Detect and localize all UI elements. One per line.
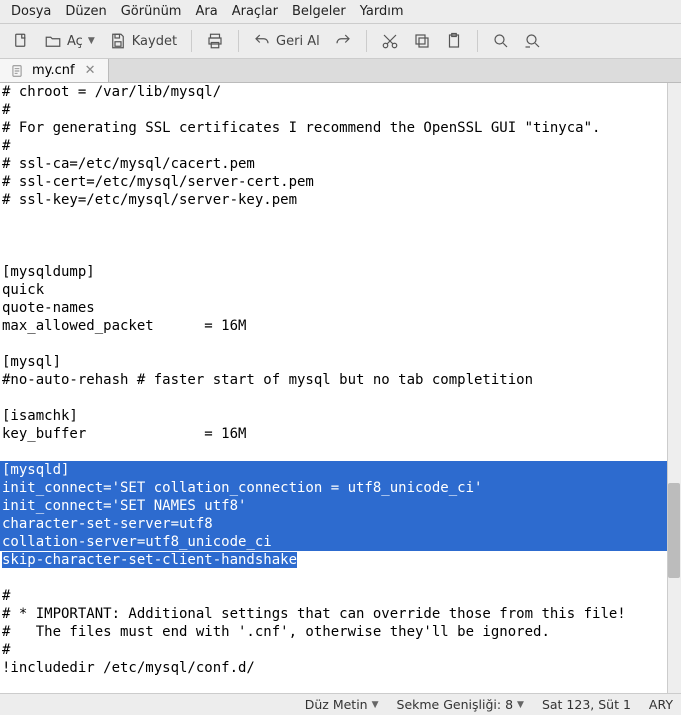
redo-icon — [334, 32, 352, 50]
editor-line[interactable]: # ssl-ca=/etc/mysql/cacert.pem — [0, 155, 681, 173]
vertical-scrollbar[interactable] — [667, 83, 681, 693]
open-icon — [44, 32, 62, 50]
insert-mode[interactable]: ARY — [649, 697, 673, 712]
menu-edit[interactable]: Düzen — [58, 2, 113, 21]
filetype-label: Düz Metin — [305, 697, 368, 712]
close-icon[interactable]: ✕ — [83, 63, 98, 78]
editor-line[interactable]: # The files must end with '.cnf', otherw… — [0, 623, 681, 641]
tabwidth-value: 8 — [505, 697, 513, 712]
editor-line-selected[interactable]: character-set-server=utf8 — [0, 515, 681, 533]
undo-button[interactable]: Geri Al — [247, 28, 326, 54]
tabwidth-label: Sekme Genişliği: — [397, 697, 502, 712]
open-button[interactable]: Aç ▼ — [38, 28, 101, 54]
new-file-icon — [12, 32, 30, 50]
editor-line-selected[interactable]: skip-character-set-client-handshake — [0, 551, 681, 569]
save-button[interactable]: Kaydet — [103, 28, 183, 54]
search-button[interactable] — [486, 28, 516, 54]
editor-line[interactable]: # — [0, 101, 681, 119]
file-tab[interactable]: my.cnf ✕ — [0, 59, 109, 82]
editor-line[interactable] — [0, 245, 681, 263]
menu-view[interactable]: Görünüm — [114, 2, 189, 21]
chevron-down-icon: ▼ — [372, 700, 379, 710]
copy-button[interactable] — [407, 28, 437, 54]
separator — [238, 30, 239, 52]
toolbar: Aç ▼ Kaydet Geri Al — [0, 24, 681, 59]
editor-line[interactable]: # ssl-cert=/etc/mysql/server-cert.pem — [0, 173, 681, 191]
separator — [477, 30, 478, 52]
editor-line-selected[interactable]: collation-server=utf8_unicode_ci — [0, 533, 681, 551]
editor-line[interactable] — [0, 443, 681, 461]
save-label: Kaydet — [132, 34, 177, 49]
cut-button[interactable] — [375, 28, 405, 54]
filetype-selector[interactable]: Düz Metin ▼ — [305, 697, 379, 712]
editor-line[interactable]: key_buffer = 16M — [0, 425, 681, 443]
open-label: Aç — [67, 34, 83, 49]
separator — [366, 30, 367, 52]
editor-line[interactable] — [0, 209, 681, 227]
editor-line[interactable]: # — [0, 641, 681, 659]
redo-button[interactable] — [328, 28, 358, 54]
editor-line[interactable]: [isamchk] — [0, 407, 681, 425]
menu-file[interactable]: Dosya — [4, 2, 58, 21]
copy-icon — [413, 32, 431, 50]
editor-line[interactable]: # — [0, 587, 681, 605]
editor-line[interactable]: max_allowed_packet = 16M — [0, 317, 681, 335]
cursor-position: Sat 123, Süt 1 — [542, 697, 631, 712]
scroll-thumb[interactable] — [668, 483, 680, 578]
save-icon — [109, 32, 127, 50]
editor-line[interactable]: quick — [0, 281, 681, 299]
editor-line[interactable]: # chroot = /var/lib/mysql/ — [0, 83, 681, 101]
editor-line[interactable] — [0, 389, 681, 407]
editor-line[interactable]: # For generating SSL certificates I reco… — [0, 119, 681, 137]
print-button[interactable] — [200, 28, 230, 54]
print-icon — [206, 32, 224, 50]
file-icon — [10, 64, 24, 78]
editor-line[interactable]: #no-auto-rehash # faster start of mysql … — [0, 371, 681, 389]
editor-line[interactable]: !includedir /etc/mysql/conf.d/ — [0, 659, 681, 677]
tabwidth-selector[interactable]: Sekme Genişliği: 8 ▼ — [397, 697, 524, 712]
editor-line[interactable]: # — [0, 137, 681, 155]
editor-line-selected[interactable]: [mysqld] — [0, 461, 681, 479]
chevron-down-icon: ▼ — [517, 700, 524, 710]
paste-icon — [445, 32, 463, 50]
editor-line-selected[interactable]: init_connect='SET collation_connection =… — [0, 479, 681, 497]
editor-line[interactable] — [0, 569, 681, 587]
editor-line[interactable]: [mysqldump] — [0, 263, 681, 281]
menu-tools[interactable]: Araçlar — [225, 2, 285, 21]
separator — [191, 30, 192, 52]
editor-area[interactable]: # chroot = /var/lib/mysql/## For generat… — [0, 83, 681, 693]
paste-button[interactable] — [439, 28, 469, 54]
editor-line[interactable]: [mysql] — [0, 353, 681, 371]
statusbar: Düz Metin ▼ Sekme Genişliği: 8 ▼ Sat 123… — [0, 693, 681, 715]
undo-icon — [253, 32, 271, 50]
search-replace-button[interactable] — [518, 28, 548, 54]
editor-line[interactable] — [0, 227, 681, 245]
editor-line[interactable]: # ssl-key=/etc/mysql/server-key.pem — [0, 191, 681, 209]
tabbar: my.cnf ✕ — [0, 59, 681, 83]
undo-label: Geri Al — [276, 34, 320, 49]
menu-documents[interactable]: Belgeler — [285, 2, 353, 21]
menubar: Dosya Düzen Görünüm Ara Araçlar Belgeler… — [0, 0, 681, 24]
menu-search[interactable]: Ara — [188, 2, 224, 21]
chevron-down-icon: ▼ — [88, 36, 95, 46]
new-file-button[interactable] — [6, 28, 36, 54]
editor-line[interactable]: # * IMPORTANT: Additional settings that … — [0, 605, 681, 623]
search-icon — [492, 32, 510, 50]
editor-line-selected[interactable]: init_connect='SET NAMES utf8' — [0, 497, 681, 515]
cut-icon — [381, 32, 399, 50]
menu-help[interactable]: Yardım — [353, 2, 411, 21]
search-replace-icon — [524, 32, 542, 50]
editor-line[interactable]: quote-names — [0, 299, 681, 317]
tab-filename: my.cnf — [32, 63, 75, 78]
editor-line[interactable] — [0, 335, 681, 353]
